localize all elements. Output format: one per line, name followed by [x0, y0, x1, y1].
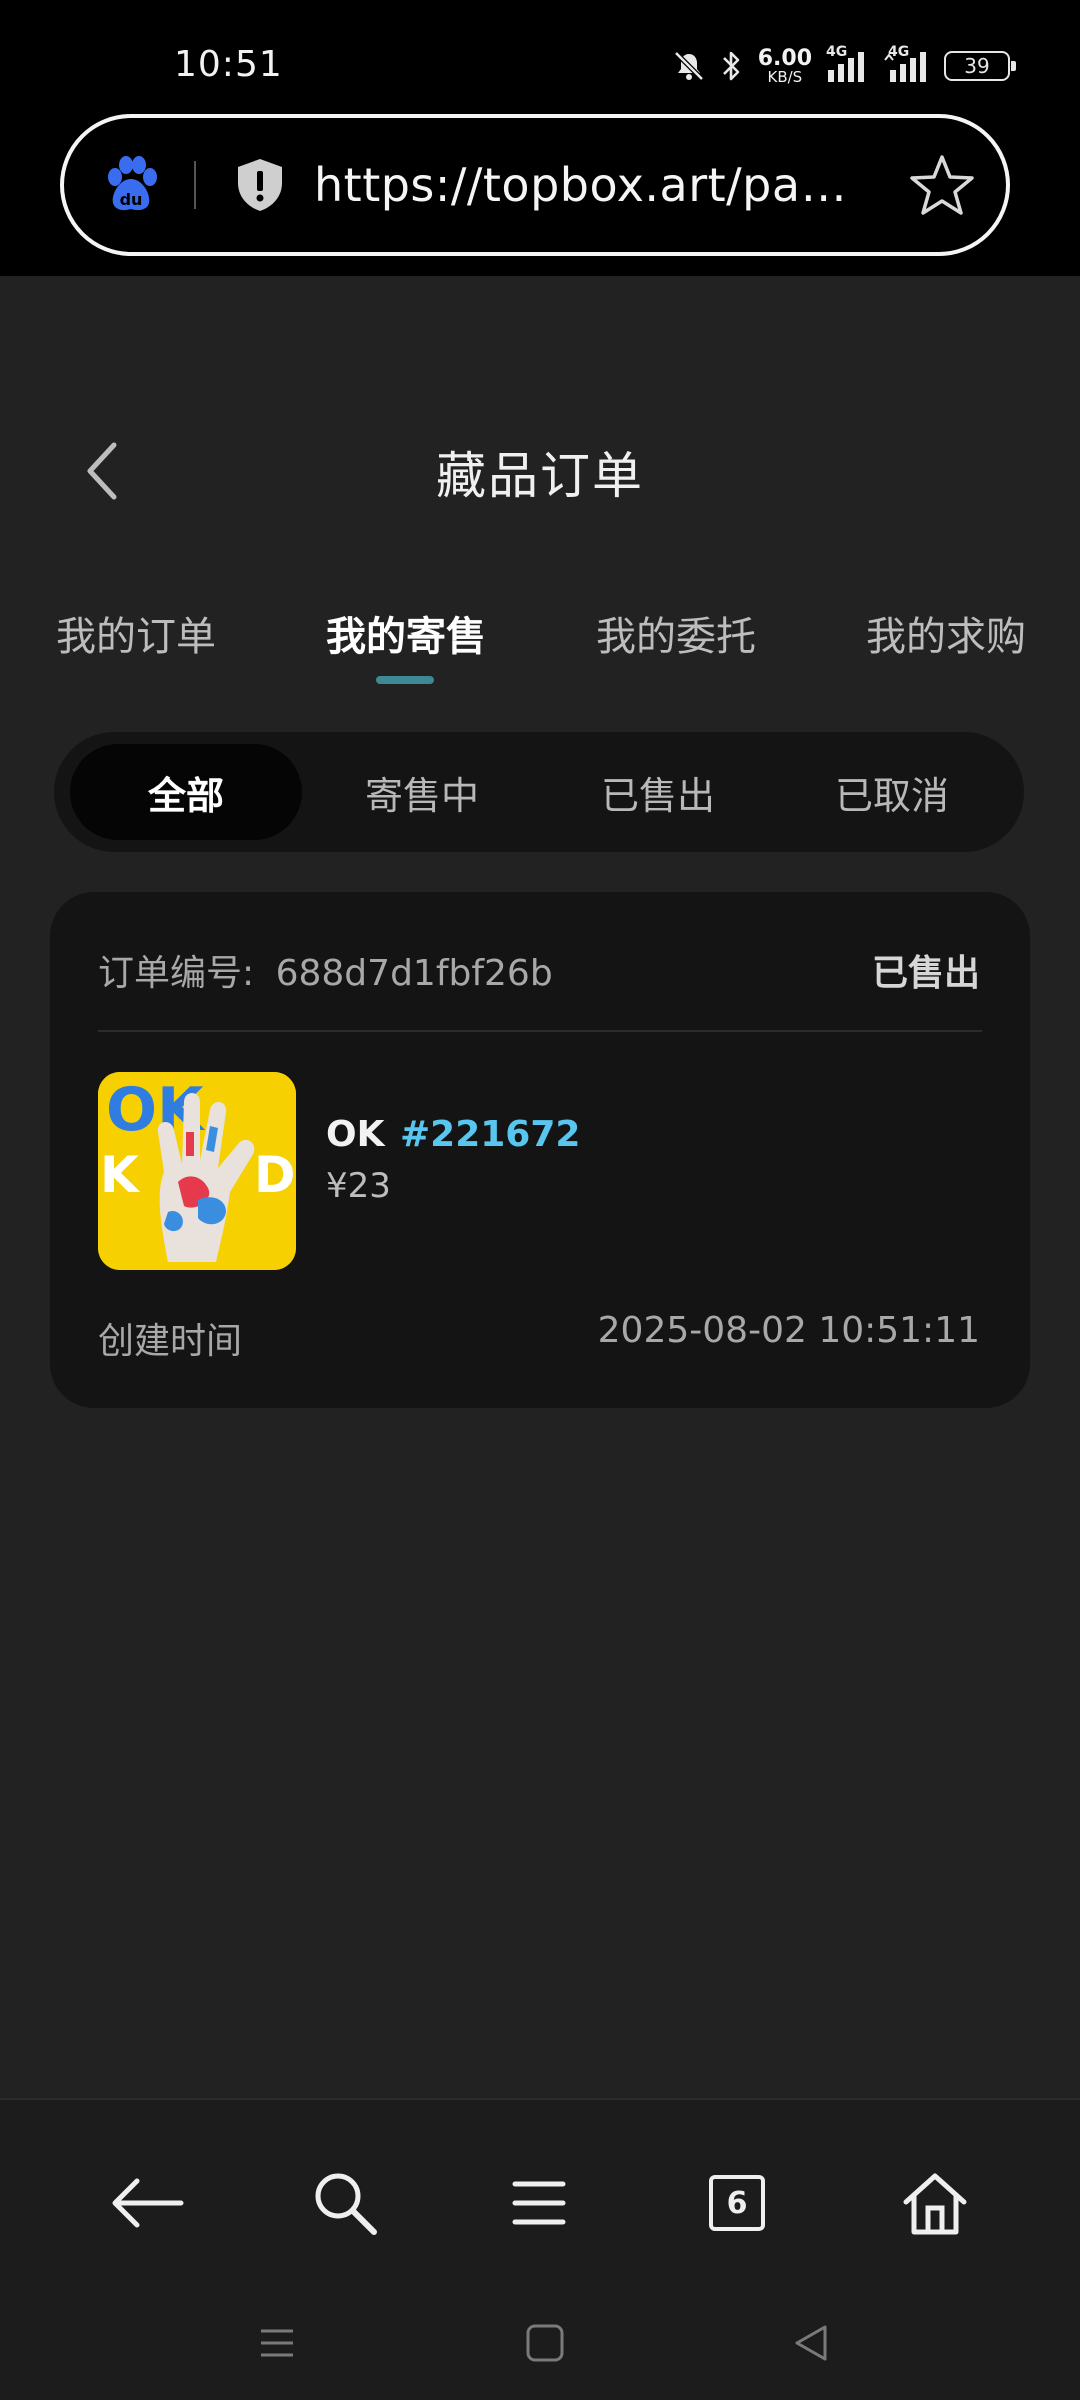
svg-text:D: D — [254, 1146, 296, 1204]
app-root: 10:51 6.00 KB/S 4G 4G 39 du https://topb… — [0, 0, 1080, 2400]
back-arrow-icon — [112, 2178, 184, 2228]
order-card[interactable]: 订单编号: 688d7d1fbf26b 已售出 OK K D OK #22167… — [50, 892, 1030, 1408]
nav-tabs-button[interactable]: 6 — [682, 2148, 792, 2258]
filter-cancelled[interactable]: 已取消 — [776, 744, 1008, 840]
created-time-label: 创建时间 — [98, 1321, 243, 1362]
star-icon[interactable] — [906, 149, 978, 221]
system-recent-apps-button[interactable] — [242, 2308, 312, 2378]
signal-icon: 4G — [882, 44, 930, 84]
signal-2-label: 4G — [888, 44, 910, 60]
home-square-icon — [526, 2324, 564, 2362]
address-bar[interactable]: du https://topbox.art/page… — [60, 114, 1010, 256]
nav-home-button[interactable] — [880, 2148, 990, 2258]
item-price: ¥23 — [326, 1166, 391, 1206]
tab-my-commission[interactable]: 我的委托 — [596, 604, 756, 662]
filter-sold[interactable]: 已售出 — [542, 744, 774, 840]
back-triangle-icon — [795, 2325, 827, 2361]
order-number-row: 订单编号: 688d7d1fbf26b — [98, 944, 553, 996]
order-status: 已售出 — [871, 953, 980, 994]
shield-icon[interactable] — [230, 155, 290, 215]
recent-apps-icon — [261, 2329, 293, 2357]
url-text[interactable]: https://topbox.art/page… — [314, 158, 854, 212]
tab-my-orders[interactable]: 我的订单 — [56, 604, 216, 662]
tab-count: 6 — [726, 2185, 748, 2221]
nav-back-button[interactable] — [92, 2148, 202, 2258]
tab-my-consignment[interactable]: 我的寄售 — [326, 604, 486, 662]
card-divider — [98, 1030, 982, 1032]
item-name: OK — [326, 1114, 385, 1155]
filter-on-sale[interactable]: 寄售中 — [306, 744, 538, 840]
system-home-button[interactable] — [510, 2308, 580, 2378]
tabs-icon: 6 — [709, 2175, 765, 2231]
mute-icon — [672, 49, 706, 83]
nav-search-button[interactable] — [290, 2148, 400, 2258]
net-speed-unit: KB/S — [767, 67, 803, 86]
order-number-label: 订单编号: — [98, 953, 255, 994]
address-bar-divider — [194, 161, 196, 209]
menu-icon — [512, 2181, 566, 2225]
net-speed: 6.00 KB/S — [757, 45, 812, 86]
order-number: 688d7d1fbf26b — [275, 953, 553, 994]
baidu-logo-text: du — [120, 190, 143, 209]
browser-bottom-nav: 6 — [0, 2098, 1080, 2400]
created-time-value: 2025-08-02 10:51:11 — [597, 1310, 980, 1351]
tab-active-indicator — [376, 676, 434, 684]
item-token-id: #221672 — [400, 1114, 581, 1155]
nav-menu-button[interactable] — [484, 2148, 594, 2258]
status-filter: 全部 寄售中 已售出 已取消 — [54, 732, 1024, 852]
svg-text:K: K — [100, 1146, 141, 1204]
order-tabs: 我的订单 我的寄售 我的委托 我的求购 — [0, 604, 1080, 684]
status-icons: 6.00 KB/S 4G 4G 39 — [672, 40, 1016, 92]
page-title: 藏品订单 — [436, 447, 644, 505]
signal-1-label: 4G — [826, 44, 848, 60]
item-thumbnail[interactable]: OK K D — [98, 1072, 296, 1270]
search-icon — [315, 2173, 377, 2235]
filter-all[interactable]: 全部 — [70, 744, 302, 840]
status-time: 10:51 — [174, 44, 283, 85]
browser-top-bar: 10:51 6.00 KB/S 4G 4G 39 du https://topb… — [0, 0, 1080, 276]
system-back-button[interactable] — [776, 2308, 846, 2378]
net-speed-value: 6.00 — [757, 45, 812, 71]
signal-icon: 4G — [826, 44, 868, 84]
home-icon — [903, 2173, 967, 2235]
item-artwork: OK K D — [98, 1072, 296, 1270]
tab-my-wanted[interactable]: 我的求购 — [866, 604, 1026, 662]
battery-icon: 39 — [944, 51, 1016, 81]
baidu-paw-icon[interactable]: du — [98, 152, 164, 218]
battery-level: 39 — [964, 54, 990, 78]
bluetooth-icon — [720, 48, 744, 84]
